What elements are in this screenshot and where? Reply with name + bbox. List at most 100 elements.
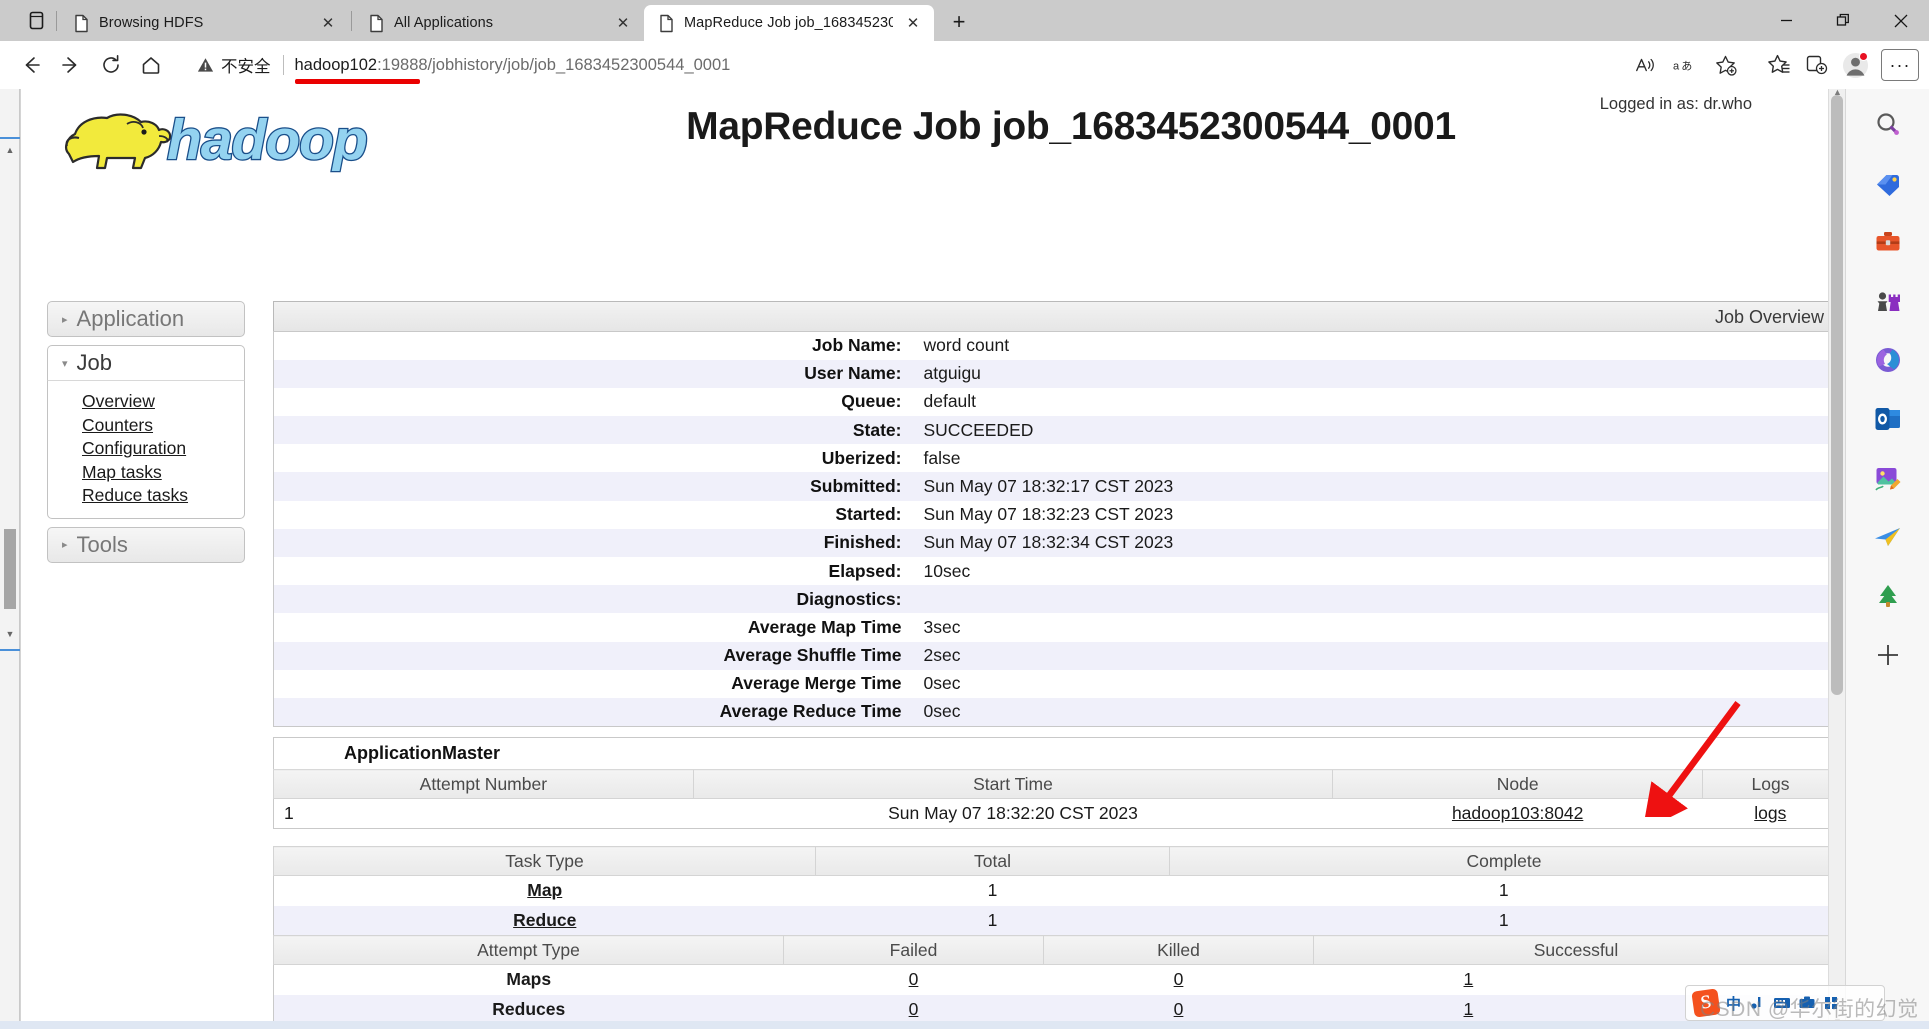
rail-scroll-down-arrow[interactable]: ▼ [4, 629, 16, 641]
cell-attempt-type: Maps [506, 969, 552, 990]
rail-scroll-up-arrow[interactable]: ▲ [4, 145, 16, 157]
image-creator-icon[interactable] [1866, 457, 1910, 499]
tab-title: All Applications [394, 15, 494, 31]
cell-killed: 0 [1044, 995, 1314, 1025]
tab-close-button[interactable]: ✕ [612, 12, 634, 34]
field-label: Job Name: [812, 335, 902, 356]
sidebar-item-counters[interactable]: Counters [82, 414, 244, 438]
reduces-successful-link[interactable]: 1 [1464, 999, 1474, 1019]
cell-total: 1 [987, 880, 998, 901]
sidebar-nav: ▸ Application ▾ Job Overview Counters Co… [47, 301, 245, 571]
tab-stack-icon[interactable] [18, 0, 54, 41]
sidebar-section-label: Tools [76, 531, 128, 557]
table-header-row: Attempt Type Failed Killed Successful [273, 935, 1839, 965]
table-row: 1 Sun May 07 18:32:20 CST 2023 hadoop103… [273, 798, 1839, 829]
reduce-tasks-link[interactable]: Reduce [513, 910, 576, 930]
sidebar-section-tools[interactable]: ▸ Tools [47, 526, 245, 563]
map-tasks-link[interactable]: Map [527, 880, 562, 900]
add-favorite-icon[interactable] [1707, 47, 1743, 83]
table-header-row: Attempt Number Start Time Node Logs [273, 769, 1839, 799]
back-button[interactable] [12, 46, 50, 84]
tab-close-button[interactable]: ✕ [317, 12, 339, 34]
field-value: false [923, 447, 961, 468]
sidebar-item-reduce-tasks[interactable]: Reduce tasks [82, 484, 244, 508]
field-label: Average Map Time [747, 616, 902, 637]
column-header-node[interactable]: Node [1332, 769, 1704, 799]
field-label: Average Merge Time [731, 673, 902, 694]
maps-killed-link[interactable]: 0 [1174, 969, 1184, 989]
restore-button[interactable] [1815, 0, 1872, 41]
browser-tab-0[interactable]: Browsing HDFS ✕ [59, 5, 349, 41]
home-button[interactable] [132, 46, 170, 84]
games-chess-icon[interactable] [1866, 280, 1910, 322]
node-link[interactable]: hadoop103:8042 [1452, 803, 1583, 823]
search-icon[interactable] [1866, 103, 1910, 145]
omnibox-actions: aあ [1627, 47, 1745, 83]
page-favicon [73, 14, 90, 33]
job-overview-panel: Job Overview Job Name: word count User Na… [273, 301, 1839, 727]
table-row: Started: Sun May 07 18:32:23 CST 2023 [273, 500, 1839, 529]
favorites-icon[interactable] [1761, 47, 1797, 83]
minimize-button[interactable] [1758, 0, 1815, 41]
field-label: Average Reduce Time [719, 701, 902, 722]
sidebar-item-configuration[interactable]: Configuration [82, 437, 244, 461]
add-sidebar-app-button[interactable] [1866, 634, 1910, 676]
page-scrollbar[interactable]: ▲ ▼ [1828, 89, 1845, 1029]
column-header-task-type[interactable]: Task Type [273, 846, 816, 876]
left-edge-rail: ▲ ▼ [0, 89, 20, 1029]
cell-task-type: Map [274, 876, 816, 906]
page-favicon [368, 14, 385, 33]
sidebar-section-application[interactable]: ▸ Application [47, 301, 245, 337]
collections-icon[interactable] [1799, 47, 1835, 83]
address-bar[interactable]: 不安全 hadoop102:19888/jobhistory/job/job_1… [182, 47, 1751, 84]
scrollbar-thumb[interactable] [1831, 95, 1843, 695]
browser-tab-2-active[interactable]: MapReduce Job job_1683452300 ✕ [644, 5, 934, 41]
column-header-successful[interactable]: Successful [1313, 935, 1839, 965]
column-header-start-time[interactable]: Start Time [692, 769, 1334, 799]
column-header-logs[interactable]: Logs [1702, 769, 1839, 799]
sidebar-section-job[interactable]: ▾ Job [47, 345, 245, 381]
column-header-attempt-type[interactable]: Attempt Type [273, 935, 784, 965]
sidebar-item-map-tasks[interactable]: Map tasks [82, 461, 244, 485]
read-aloud-icon[interactable] [1627, 47, 1663, 83]
chevron-down-icon: ▾ [62, 357, 68, 370]
tools-briefcase-icon[interactable] [1866, 221, 1910, 263]
column-header-failed[interactable]: Failed [783, 935, 1044, 965]
settings-more-icon[interactable]: ··· [1881, 49, 1919, 81]
logs-link[interactable]: logs [1754, 803, 1786, 823]
field-value: 0sec [923, 673, 961, 694]
reduces-failed-link[interactable]: 0 [909, 999, 919, 1019]
column-header-complete[interactable]: Complete [1169, 846, 1839, 876]
column-header-total[interactable]: Total [815, 846, 1170, 876]
cell-start-time: Sun May 07 18:32:20 CST 2023 [693, 798, 1333, 829]
maps-successful-link[interactable]: 1 [1464, 969, 1474, 989]
column-header-killed[interactable]: Killed [1043, 935, 1314, 965]
profile-avatar[interactable] [1837, 47, 1873, 83]
field-label: Queue: [841, 391, 902, 412]
tab-divider [56, 10, 57, 31]
forward-button[interactable] [52, 46, 90, 84]
logged-in-label: Logged in as: dr.who [1599, 95, 1752, 113]
shopping-tag-icon[interactable] [1866, 162, 1910, 204]
sidebar-section-label: Job [76, 350, 113, 375]
reduces-killed-link[interactable]: 0 [1174, 999, 1184, 1019]
tab-close-button[interactable]: ✕ [902, 12, 924, 34]
new-tab-button[interactable]: + [942, 5, 976, 39]
tree-icon[interactable] [1866, 575, 1910, 617]
sidebar-item-overview[interactable]: Overview [82, 390, 244, 414]
refresh-button[interactable] [92, 46, 130, 84]
rail-scroll-thumb[interactable] [4, 529, 16, 609]
column-header-attempt-number[interactable]: Attempt Number [273, 769, 694, 799]
drop-paperplane-icon[interactable] [1866, 516, 1910, 558]
url-highlight-underline [294, 78, 420, 84]
job-overview-table: Job Name: word count User Name: atguigu Qu… [273, 331, 1839, 727]
translate-icon[interactable]: aあ [1667, 47, 1703, 83]
hadoop-logo[interactable]: hadoop [49, 96, 429, 176]
outlook-icon[interactable] [1866, 398, 1910, 440]
field-value: Sun May 07 18:32:34 CST 2023 [923, 532, 1174, 553]
maps-failed-link[interactable]: 0 [909, 969, 919, 989]
microsoft365-icon[interactable] [1866, 339, 1910, 381]
chevron-right-icon: ▸ [62, 539, 68, 551]
close-button[interactable] [1872, 0, 1929, 41]
browser-tab-1[interactable]: All Applications ✕ [354, 5, 644, 41]
